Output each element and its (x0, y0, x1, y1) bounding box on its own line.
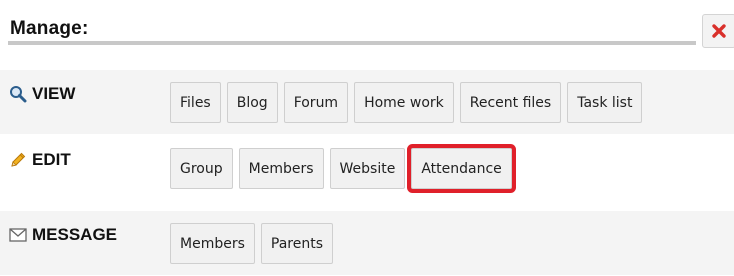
message-members-button[interactable]: Members (170, 223, 255, 264)
pencil-icon (8, 150, 28, 170)
edit-members-button[interactable]: Members (238, 148, 324, 189)
view-blog-button[interactable]: Blog (226, 82, 278, 123)
view-forum-button[interactable]: Forum (283, 82, 349, 123)
message-parents-button[interactable]: Parents (260, 223, 334, 264)
view-recent-files-button[interactable]: Recent files (459, 82, 562, 123)
envelope-icon (8, 225, 28, 245)
message-section: MESSAGE Members Parents (0, 211, 734, 275)
view-label-text: VIEW (32, 84, 76, 103)
message-buttons: Members Parents (170, 223, 334, 264)
edit-attendance-button[interactable]: Attendance (411, 148, 512, 189)
edit-buttons: Group Members Website Attendance (170, 148, 512, 189)
edit-group-button[interactable]: Group (170, 148, 233, 189)
message-label-text: MESSAGE (32, 225, 118, 244)
view-homework-button[interactable]: Home work (354, 82, 454, 123)
edit-label-text: EDIT (32, 150, 71, 169)
view-section: VIEW Files Blog Forum Home work Recent f… (0, 70, 734, 134)
message-label: MESSAGE (8, 225, 117, 245)
edit-section: EDIT Group Members Website Attendance (0, 136, 734, 200)
close-x-icon (712, 24, 726, 38)
page-title: Manage: (10, 18, 89, 39)
close-button[interactable] (702, 14, 734, 48)
view-buttons: Files Blog Forum Home work Recent files … (170, 82, 643, 123)
edit-website-button[interactable]: Website (329, 148, 406, 189)
view-label: VIEW (8, 84, 75, 104)
magnifier-icon (8, 84, 28, 104)
title-divider (8, 41, 696, 45)
view-files-button[interactable]: Files (170, 82, 221, 123)
edit-label: EDIT (8, 150, 71, 170)
view-task-list-button[interactable]: Task list (567, 82, 643, 123)
manage-header: Manage: (8, 0, 734, 52)
